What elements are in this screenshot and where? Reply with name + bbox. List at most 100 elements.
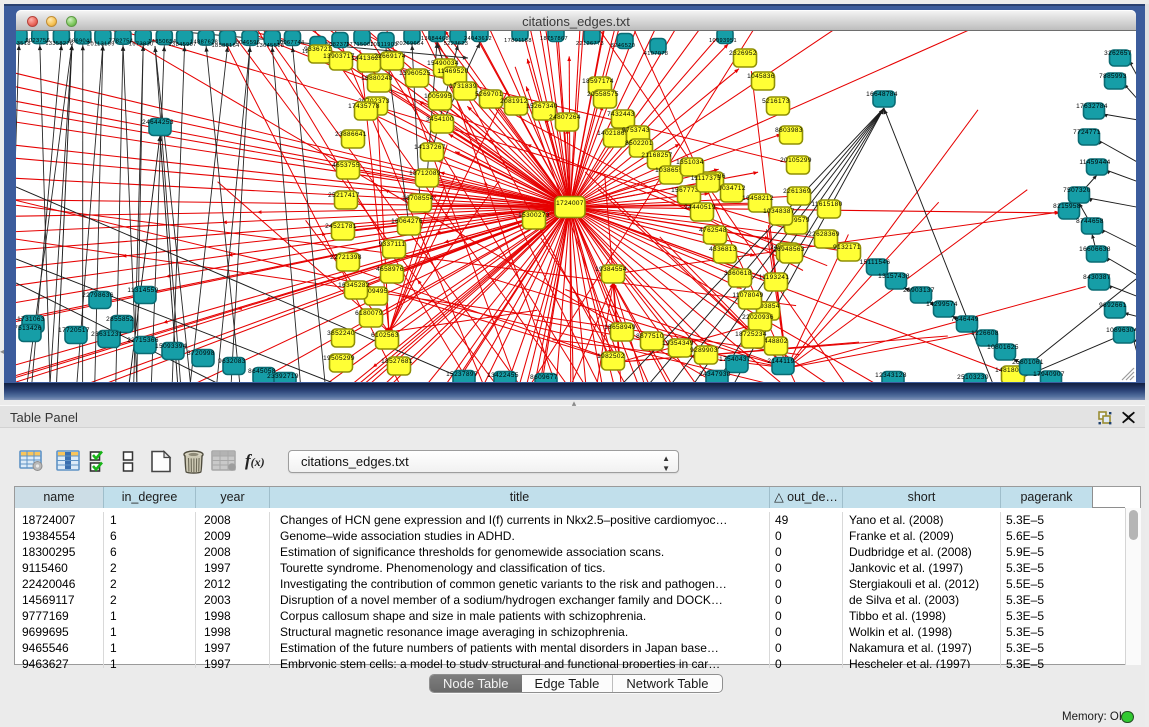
svg-text:22020936: 22020936 (742, 314, 774, 321)
svg-text:24043612: 24043612 (464, 36, 492, 42)
svg-text:16606638: 16606638 (1079, 246, 1111, 253)
svg-text:18725234: 18725234 (735, 331, 767, 338)
svg-text:2144119: 2144119 (767, 358, 794, 365)
svg-text:18527681: 18527681 (381, 358, 413, 365)
svg-text:8803983: 8803983 (775, 127, 803, 134)
svg-text:7885993: 7885993 (1099, 73, 1127, 80)
svg-text:7507320: 7507320 (1063, 187, 1091, 194)
svg-text:7432443: 7432443 (607, 111, 635, 118)
svg-text:10067744: 10067744 (276, 40, 304, 46)
svg-text:13903717: 13903717 (323, 53, 355, 60)
svg-text:22628369: 22628369 (808, 231, 840, 238)
svg-text:4653755: 4653755 (332, 162, 360, 169)
svg-text:2261369: 2261369 (783, 188, 811, 195)
svg-text:20269664: 20269664 (396, 41, 424, 47)
svg-text:11615180: 11615180 (811, 201, 842, 208)
svg-text:14137267: 14137267 (414, 144, 446, 151)
svg-text:1982502: 1982502 (597, 353, 625, 360)
svg-text:3262657: 3262657 (1104, 50, 1132, 57)
svg-text:11078049: 11078049 (732, 292, 763, 299)
svg-text:1351034: 1351034 (676, 159, 704, 166)
svg-text:2855852: 2855852 (106, 316, 134, 323)
svg-text:15490034: 15490034 (427, 60, 459, 67)
svg-text:2326952: 2326952 (729, 50, 757, 57)
svg-text:17720517: 17720517 (58, 327, 90, 334)
svg-text:3360618: 3360618 (724, 270, 752, 277)
svg-text:22715366: 22715366 (127, 337, 159, 344)
svg-text:12343128: 12343128 (875, 372, 907, 379)
svg-text:4762548: 4762548 (699, 227, 727, 234)
svg-text:8502201: 8502201 (625, 140, 653, 147)
svg-text:24347938: 24347938 (699, 371, 731, 378)
svg-text:17435778: 17435778 (348, 103, 380, 110)
svg-text:19354349: 19354349 (662, 340, 694, 347)
svg-text:11469520: 11469520 (437, 68, 468, 75)
svg-text:3720998: 3720998 (187, 350, 215, 357)
svg-text:25801061: 25801061 (1012, 359, 1044, 366)
svg-text:8877510: 8877510 (636, 333, 664, 340)
svg-text:16708554: 16708554 (402, 195, 434, 202)
svg-text:7646449: 7646449 (951, 316, 979, 323)
svg-text:6102563: 6102563 (371, 332, 399, 339)
svg-text:14299574: 14299574 (926, 301, 958, 308)
svg-text:4336813: 4336813 (709, 246, 737, 253)
svg-text:9753743: 9753743 (622, 127, 650, 134)
svg-text:16648784: 16648784 (866, 91, 898, 98)
svg-text:16948563: 16948563 (773, 246, 805, 253)
svg-text:18597174: 18597174 (582, 78, 614, 85)
svg-text:10348387: 10348387 (763, 208, 795, 215)
svg-text:4658976: 4658976 (376, 266, 404, 273)
svg-text:23886641: 23886641 (335, 131, 367, 138)
svg-text:9336721: 9336721 (304, 46, 332, 53)
svg-text:22721398: 22721398 (330, 254, 362, 261)
svg-text:20105299: 20105299 (780, 157, 812, 164)
svg-text:21168257: 21168257 (641, 152, 672, 159)
svg-text:17632784: 17632784 (1076, 103, 1108, 110)
svg-text:17940907: 17940907 (1033, 371, 1065, 378)
svg-text:1038655: 1038655 (655, 167, 683, 174)
svg-text:16064276: 16064276 (391, 218, 423, 225)
svg-text:8609677: 8609677 (530, 374, 558, 381)
svg-text:9892661: 9892661 (1099, 302, 1127, 309)
svg-text:8215958: 8215958 (1053, 203, 1081, 210)
svg-text:4107078: 4107078 (644, 51, 669, 57)
svg-text:10801625: 10801625 (987, 344, 1019, 351)
svg-text:22669174: 22669174 (374, 53, 406, 60)
svg-text:1226608: 1226608 (971, 330, 999, 337)
svg-text:10896304: 10896304 (1106, 327, 1136, 334)
svg-text:18658949: 18658949 (604, 324, 636, 331)
svg-text:9337111: 9337111 (379, 241, 406, 248)
svg-text:11193241: 11193241 (759, 274, 790, 281)
svg-text:8246520: 8246520 (611, 43, 636, 49)
svg-text:9632083: 9632083 (218, 358, 246, 365)
svg-text:11459444: 11459444 (1079, 159, 1110, 166)
svg-text:17891158: 17891158 (504, 38, 532, 44)
svg-text:13157438: 13157438 (878, 273, 910, 280)
svg-text:24644253: 24644253 (142, 119, 174, 126)
svg-text:3852240: 3852240 (327, 330, 355, 337)
svg-text:15267340: 15267340 (526, 103, 558, 110)
svg-text:15093394: 15093394 (155, 343, 187, 350)
svg-text:25217417: 25217417 (328, 192, 360, 199)
svg-text:24521781: 24521781 (325, 223, 357, 230)
svg-text:15111546: 15111546 (860, 259, 891, 266)
svg-text:24807264: 24807264 (549, 114, 581, 121)
svg-text:22126773: 22126773 (576, 41, 604, 47)
svg-text:15960525: 15960525 (399, 70, 431, 77)
svg-text:6180079: 6180079 (355, 310, 383, 317)
svg-text:10311903: 10311903 (370, 42, 398, 48)
svg-text:1724007: 1724007 (556, 200, 584, 207)
svg-text:9132171: 9132171 (833, 244, 861, 251)
svg-text:15300273: 15300273 (518, 212, 550, 219)
svg-text:15237897: 15237897 (446, 371, 478, 378)
svg-text:8744658: 8744658 (1076, 218, 1104, 225)
svg-text:23392719: 23392719 (267, 373, 299, 380)
svg-text:3454100: 3454100 (426, 116, 454, 123)
svg-text:23903137: 23903137 (903, 287, 935, 294)
svg-text:10093951: 10093951 (709, 38, 737, 44)
svg-text:18757867: 18757867 (540, 36, 568, 42)
svg-text:11117375: 11117375 (691, 175, 721, 182)
svg-text:13422455: 13422455 (487, 372, 519, 379)
svg-text:1045836: 1045836 (747, 73, 775, 80)
svg-text:23631231: 23631231 (91, 331, 123, 338)
